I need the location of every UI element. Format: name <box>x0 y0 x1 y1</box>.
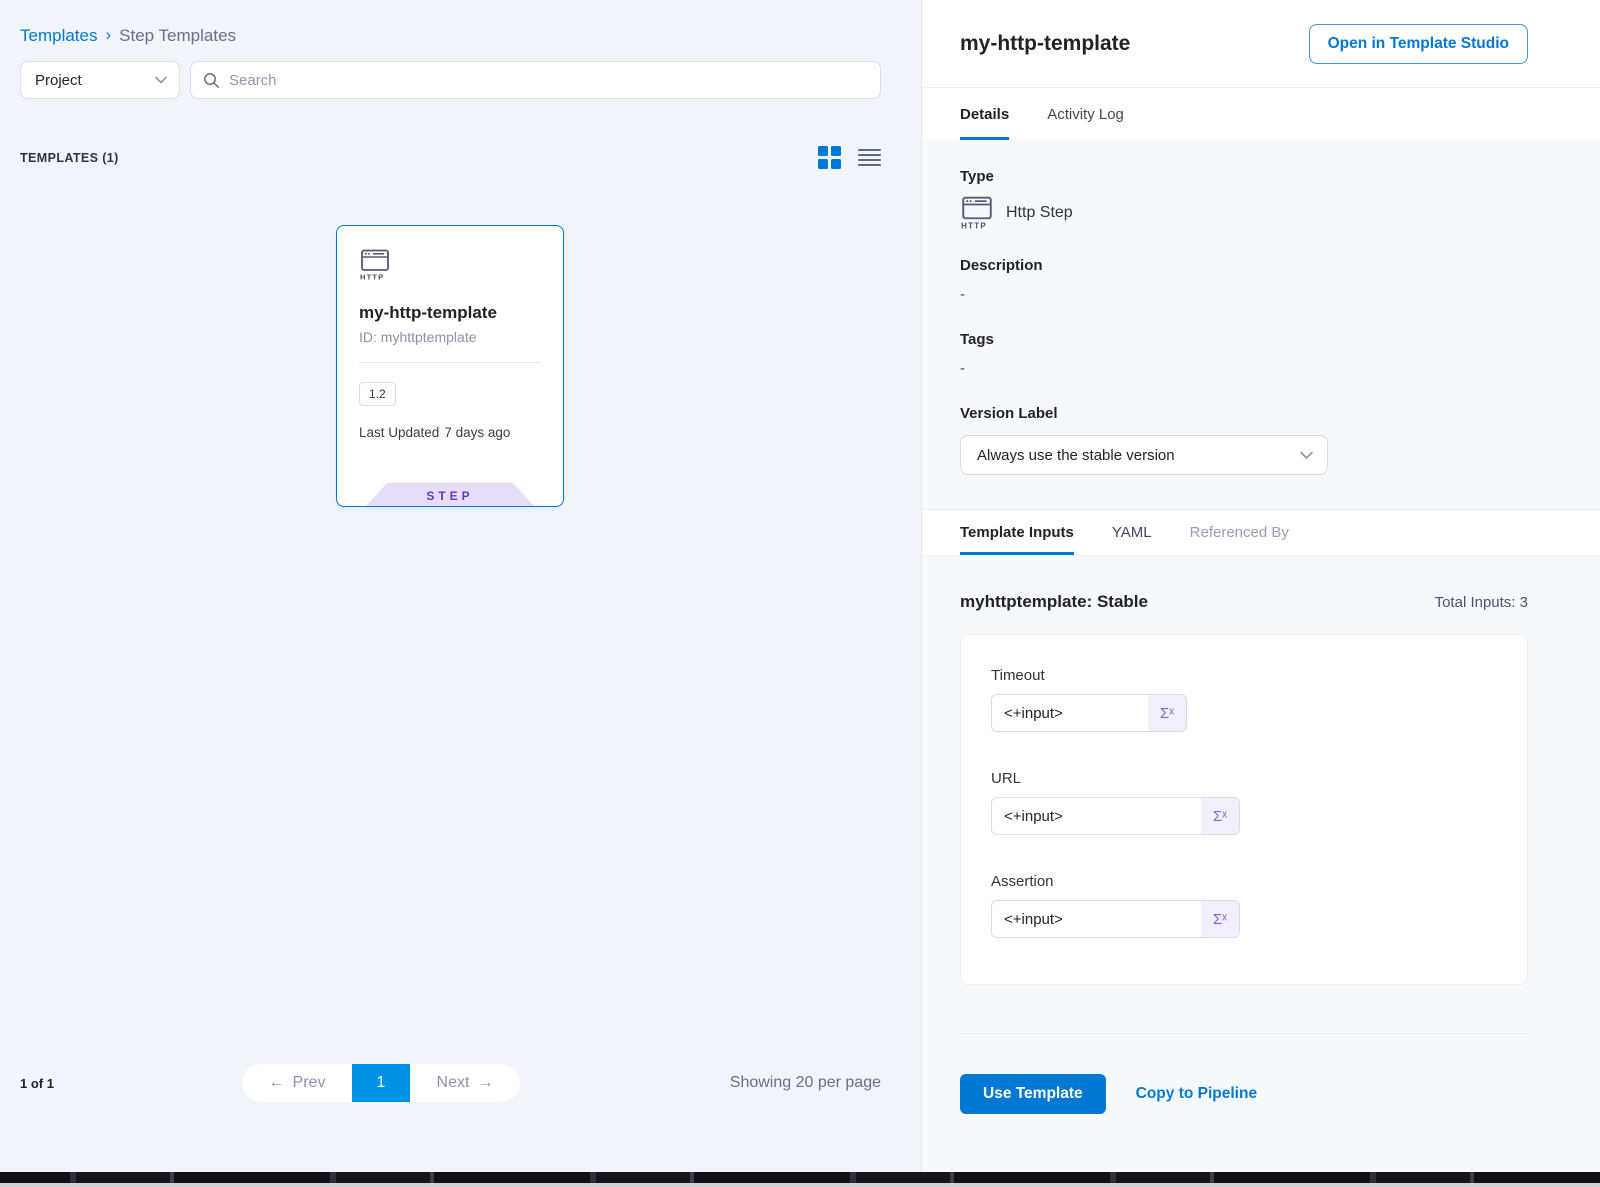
prev-arrow-icon: ← <box>269 1074 285 1092</box>
templates-list-panel: Templates › Step Templates Project <box>0 0 921 1172</box>
card-divider <box>359 362 541 363</box>
search-icon <box>203 72 220 89</box>
tags-value: - <box>960 360 1528 377</box>
tab-template-inputs[interactable]: Template Inputs <box>960 510 1074 555</box>
breadcrumb-current: Step Templates <box>119 26 236 46</box>
templates-page: Templates › Step Templates Project <box>0 0 1600 1172</box>
template-card-id: ID: myhttptemplate <box>359 329 541 345</box>
details-tabs: Details Activity Log <box>922 88 1600 140</box>
breadcrumb-templates-link[interactable]: Templates <box>20 26 97 46</box>
expression-icon[interactable]: Σˣ <box>1201 901 1239 937</box>
template-card-title: my-http-template <box>359 303 541 323</box>
template-card[interactable]: HTTP my-http-template ID: myhttptemplate… <box>336 225 564 507</box>
use-template-button[interactable]: Use Template <box>960 1074 1106 1114</box>
expression-icon[interactable]: Σˣ <box>1201 798 1239 834</box>
step-type-ribbon: STEP <box>366 483 534 506</box>
description-label: Description <box>960 257 1528 274</box>
templates-count-label: TEMPLATES (1) <box>20 151 119 165</box>
timeout-label: Timeout <box>991 667 1497 684</box>
list-view-icon[interactable] <box>858 148 881 168</box>
chevron-down-icon <box>155 76 167 84</box>
chevron-down-icon <box>1300 451 1313 460</box>
template-details-panel: my-http-template Open in Template Studio… <box>921 0 1600 1172</box>
page-count: 1 of 1 <box>20 1076 54 1091</box>
timeout-value: <+input> <box>992 695 1148 731</box>
description-value: - <box>960 286 1528 303</box>
breadcrumb-chevron-icon: › <box>105 25 111 45</box>
assertion-field[interactable]: <+input> Σˣ <box>991 900 1240 938</box>
scope-select[interactable]: Project <box>20 61 180 99</box>
tags-label: Tags <box>960 331 1528 348</box>
tab-activity-log[interactable]: Activity Log <box>1047 88 1124 140</box>
next-button[interactable]: Next → <box>410 1064 520 1102</box>
open-template-studio-button[interactable]: Open in Template Studio <box>1309 24 1528 64</box>
grid-view-icon[interactable] <box>818 146 841 169</box>
version-select-value: Always use the stable version <box>977 447 1175 464</box>
type-label: Type <box>960 168 1528 185</box>
pagination: 1 of 1 ← Prev 1 Next → Showing 20 per pa… <box>20 1064 881 1102</box>
tab-details[interactable]: Details <box>960 88 1009 140</box>
http-step-icon: HTTP <box>960 195 994 231</box>
actions-divider <box>960 1033 1528 1034</box>
details-title: my-http-template <box>960 32 1130 56</box>
per-page-label: Showing 20 per page <box>730 1074 881 1092</box>
search-box <box>190 61 881 99</box>
page-1-button[interactable]: 1 <box>352 1064 410 1102</box>
version-select[interactable]: Always use the stable version <box>960 435 1328 475</box>
expression-icon[interactable]: Σˣ <box>1148 695 1186 731</box>
version-badge[interactable]: 1.2 <box>359 382 396 406</box>
tab-referenced-by[interactable]: Referenced By <box>1190 510 1289 555</box>
scope-select-value: Project <box>35 72 82 89</box>
assertion-label: Assertion <box>991 873 1497 890</box>
taskbar-edge <box>0 1183 1600 1187</box>
tab-yaml[interactable]: YAML <box>1112 510 1152 555</box>
inputs-version-title: myhttptemplate: Stable <box>960 592 1148 612</box>
assertion-value: <+input> <box>992 901 1201 937</box>
wallpaper-strip <box>0 1172 1600 1183</box>
template-inputs-card: Timeout <+input> Σˣ URL <+input> Σˣ Asse… <box>960 634 1528 985</box>
next-arrow-icon: → <box>477 1074 493 1092</box>
url-label: URL <box>991 770 1497 787</box>
desktop-edge <box>0 1172 1600 1187</box>
svg-text:HTTP: HTTP <box>360 273 384 282</box>
prev-button[interactable]: ← Prev <box>242 1064 352 1102</box>
timeout-field[interactable]: <+input> Σˣ <box>991 694 1187 732</box>
version-label: Version Label <box>960 405 1528 422</box>
inputs-tabs: Template Inputs YAML Referenced By <box>922 509 1600 556</box>
pager: ← Prev 1 Next → <box>242 1064 520 1102</box>
search-input[interactable] <box>229 72 868 89</box>
url-field[interactable]: <+input> Σˣ <box>991 797 1240 835</box>
total-inputs-label: Total Inputs: 3 <box>1435 594 1528 611</box>
http-step-icon: HTTP <box>359 248 391 282</box>
type-value: Http Step <box>1006 204 1073 222</box>
last-updated: Last Updated 7 days ago <box>359 425 541 440</box>
svg-text:HTTP: HTTP <box>961 221 987 230</box>
url-value: <+input> <box>992 798 1201 834</box>
breadcrumb: Templates › Step Templates <box>20 26 881 46</box>
copy-to-pipeline-link[interactable]: Copy to Pipeline <box>1136 1085 1257 1103</box>
